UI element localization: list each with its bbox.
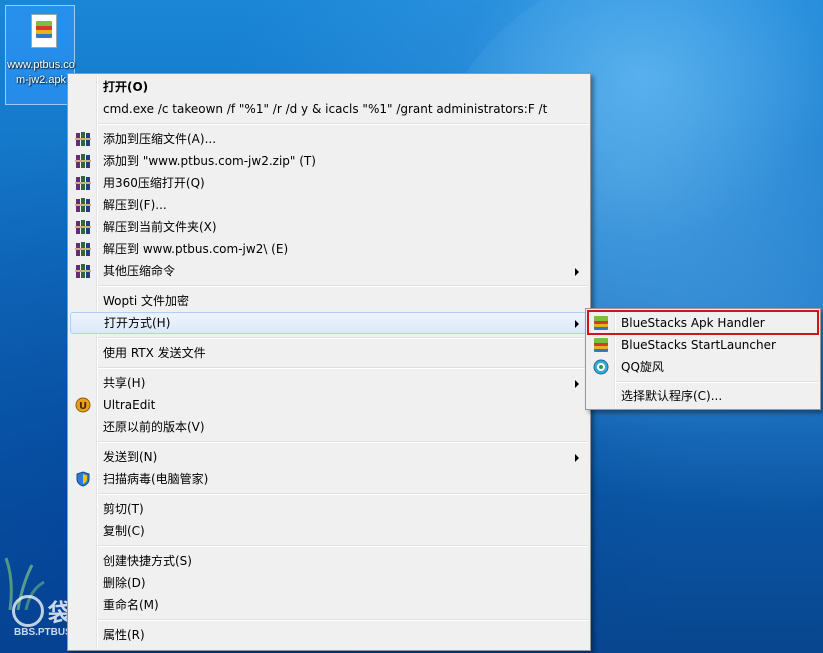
submenu-item-choose-default-label: 选择默认程序(C)... bbox=[621, 389, 723, 403]
winrar-icon bbox=[75, 264, 91, 278]
menu-item-cut[interactable]: 剪切(T) bbox=[70, 498, 588, 520]
menu-item-open-with-360[interactable]: 用360压缩打开(Q) bbox=[70, 172, 588, 194]
submenu-item-bluestacks-startlauncher[interactable]: BlueStacks StartLauncher bbox=[588, 334, 818, 356]
menu-item-add-to-archive-label: 添加到压缩文件(A)... bbox=[103, 132, 217, 146]
menu-item-other-commands-label: 其他压缩命令 bbox=[103, 264, 176, 278]
qq-xuanfeng-icon bbox=[593, 359, 609, 375]
menu-item-ultraedit-label: UltraEdit bbox=[103, 398, 156, 412]
winrar-icon bbox=[75, 154, 91, 168]
menu-item-share[interactable]: 共享(H) bbox=[70, 372, 588, 394]
menu-item-extract-here[interactable]: 解压到当前文件夹(X) bbox=[70, 216, 588, 238]
submenu-arrow-icon bbox=[575, 320, 579, 328]
menu-item-properties-label: 属性(R) bbox=[103, 628, 145, 642]
menu-item-cut-label: 剪切(T) bbox=[103, 502, 144, 516]
menu-item-add-to-archive[interactable]: 添加到压缩文件(A)... bbox=[70, 128, 588, 150]
winrar-icon bbox=[75, 242, 91, 256]
open-with-submenu: BlueStacks Apk Handler BlueStacks StartL… bbox=[585, 308, 821, 410]
desktop-file-label: www.ptbus.com-jw2.apk bbox=[7, 59, 75, 86]
menu-item-extract-to-folder[interactable]: 解压到 www.ptbus.com-jw2\ (E) bbox=[70, 238, 588, 260]
menu-item-cmd-takeown[interactable]: cmd.exe /c takeown /f "%1" /r /d y & ica… bbox=[70, 98, 588, 120]
power-logo-icon bbox=[12, 595, 44, 627]
menu-item-open[interactable]: 打开(O) bbox=[70, 76, 588, 98]
menu-item-rename[interactable]: 重命名(M) bbox=[70, 594, 588, 616]
menu-item-extract-here-label: 解压到当前文件夹(X) bbox=[103, 220, 217, 234]
winrar-icon bbox=[75, 198, 91, 212]
apk-file-icon bbox=[31, 14, 57, 48]
menu-separator bbox=[98, 493, 588, 495]
menu-separator bbox=[98, 619, 588, 621]
menu-item-wopti-encrypt[interactable]: Wopti 文件加密 bbox=[70, 290, 588, 312]
menu-item-create-shortcut-label: 创建快捷方式(S) bbox=[103, 554, 192, 568]
menu-item-send-to[interactable]: 发送到(N) bbox=[70, 446, 588, 468]
menu-item-ultraedit[interactable]: U UltraEdit bbox=[70, 394, 588, 416]
menu-item-restore-versions-label: 还原以前的版本(V) bbox=[103, 420, 205, 434]
winrar-icon bbox=[75, 176, 91, 190]
winrar-icon bbox=[75, 220, 91, 234]
menu-item-cmd-takeown-label: cmd.exe /c takeown /f "%1" /r /d y & ica… bbox=[103, 102, 548, 116]
ultraedit-icon: U bbox=[75, 397, 91, 413]
menu-separator bbox=[98, 285, 588, 287]
menu-item-extract-to[interactable]: 解压到(F)... bbox=[70, 194, 588, 216]
menu-item-copy-label: 复制(C) bbox=[103, 524, 145, 538]
menu-item-send-with-rtx[interactable]: 使用 RTX 发送文件 bbox=[70, 342, 588, 364]
menu-item-extract-to-folder-label: 解压到 www.ptbus.com-jw2\ (E) bbox=[103, 242, 289, 256]
menu-item-open-label: 打开(O) bbox=[103, 80, 149, 94]
menu-item-other-compress-commands[interactable]: 其他压缩命令 bbox=[70, 260, 588, 282]
submenu-separator bbox=[616, 381, 818, 383]
menu-separator bbox=[98, 367, 588, 369]
menu-item-add-to-zip-label: 添加到 "www.ptbus.com-jw2.zip" (T) bbox=[103, 154, 316, 168]
menu-item-wopti-encrypt-label: Wopti 文件加密 bbox=[103, 294, 189, 308]
menu-separator bbox=[98, 441, 588, 443]
menu-item-open-with[interactable]: 打开方式(H) bbox=[70, 312, 588, 334]
menu-item-scan-virus-label: 扫描病毒(电脑管家) bbox=[103, 472, 209, 486]
menu-item-properties[interactable]: 属性(R) bbox=[70, 624, 588, 646]
desktop-file-icon[interactable]: www.ptbus.com-jw2.apk bbox=[5, 5, 75, 105]
submenu-arrow-icon bbox=[575, 454, 579, 462]
menu-item-copy[interactable]: 复制(C) bbox=[70, 520, 588, 542]
menu-separator bbox=[98, 545, 588, 547]
svg-text:U: U bbox=[79, 401, 87, 412]
menu-item-send-to-label: 发送到(N) bbox=[103, 450, 158, 464]
highlight-annotation-box bbox=[587, 310, 819, 335]
menu-item-open-with-label: 打开方式(H) bbox=[104, 316, 171, 330]
menu-item-delete[interactable]: 删除(D) bbox=[70, 572, 588, 594]
menu-item-create-shortcut[interactable]: 创建快捷方式(S) bbox=[70, 550, 588, 572]
menu-item-share-label: 共享(H) bbox=[103, 376, 146, 390]
submenu-item-bluestacks-startlauncher-label: BlueStacks StartLauncher bbox=[621, 338, 776, 352]
menu-item-send-with-rtx-label: 使用 RTX 发送文件 bbox=[103, 346, 206, 360]
menu-item-add-to-zip[interactable]: 添加到 "www.ptbus.com-jw2.zip" (T) bbox=[70, 150, 588, 172]
menu-item-delete-label: 删除(D) bbox=[103, 576, 146, 590]
submenu-item-qq-xuanfeng[interactable]: QQ旋风 bbox=[588, 356, 818, 378]
menu-separator bbox=[98, 337, 588, 339]
submenu-arrow-icon bbox=[575, 380, 579, 388]
winrar-icon bbox=[75, 132, 91, 146]
context-menu: 打开(O) cmd.exe /c takeown /f "%1" /r /d y… bbox=[67, 73, 591, 651]
bluestacks-icon bbox=[594, 338, 608, 352]
menu-separator bbox=[98, 123, 588, 125]
menu-item-restore-versions[interactable]: 还原以前的版本(V) bbox=[70, 416, 588, 438]
submenu-item-choose-default[interactable]: 选择默认程序(C)... bbox=[588, 385, 818, 407]
shield-icon bbox=[76, 471, 90, 487]
menu-item-rename-label: 重命名(M) bbox=[103, 598, 159, 612]
submenu-item-qq-xuanfeng-label: QQ旋风 bbox=[621, 360, 664, 374]
submenu-arrow-icon bbox=[575, 268, 579, 276]
menu-item-scan-virus[interactable]: 扫描病毒(电脑管家) bbox=[70, 468, 588, 490]
desktop[interactable]: www.ptbus.com-jw2.apk 袋巴士 BBS.PTBUS.COM … bbox=[0, 0, 823, 653]
menu-item-open-with-360-label: 用360压缩打开(Q) bbox=[103, 176, 205, 190]
menu-item-extract-to-label: 解压到(F)... bbox=[103, 198, 167, 212]
